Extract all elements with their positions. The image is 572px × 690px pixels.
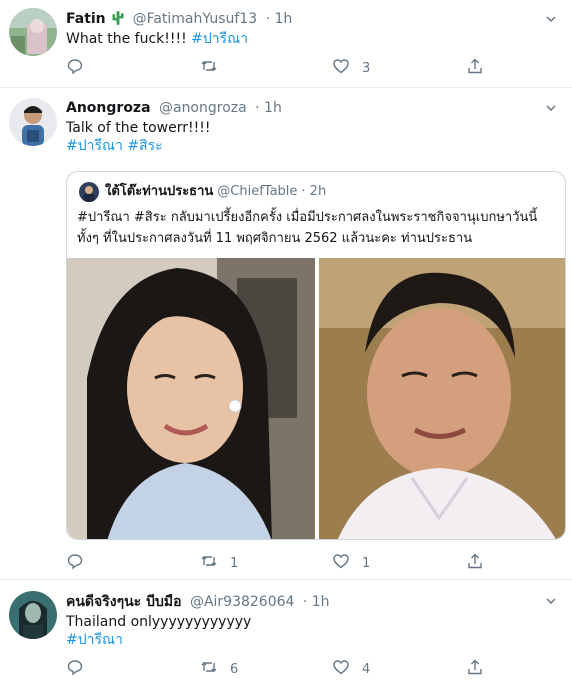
retweet-count: 6 [230,661,239,677]
like-count: 3 [362,60,371,76]
like-icon [332,658,350,680]
retweet-button[interactable]: 6 [200,659,238,679]
display-name[interactable]: คนดีจริงๆนะ บีบมือ [66,594,181,610]
tweet-text: Thailand onlyyyyyyyyyyyy [66,614,252,630]
hashtag-link[interactable]: #ปารีณา #สิระ [66,136,163,156]
tweet-text: What the fuck!!!! #ปารีณา [66,29,248,49]
cactus-emoji-icon [112,10,124,30]
tweet-text-content: What the fuck!!!! [66,31,192,47]
reply-button[interactable] [66,58,96,78]
like-count: 1 [362,555,371,571]
share-button[interactable] [466,659,484,679]
quoted-tweet-header: ใต้โต๊ะท่านประธาน @ChiefTable · 2h [79,182,326,202]
hashtag-link[interactable]: #ปารีณา [191,31,248,47]
user-handle[interactable]: @anongroza [159,100,247,116]
quoted-tweet[interactable]: ใต้โต๊ะท่านประธาน @ChiefTable · 2h #ปารี… [66,171,566,540]
tweet-header: Anongroza @anongroza · 1h [66,99,282,117]
share-icon [466,552,484,574]
user-handle[interactable]: @FatimahYusuf13 [133,11,258,27]
tweet-actions: 6 4 [66,659,526,679]
tweet-text: Talk of the towerr!!!! [66,120,211,136]
timestamp[interactable]: · 1h [266,11,293,27]
retweet-icon [200,57,218,79]
reply-icon [66,57,84,79]
quoted-tweet-photo[interactable] [67,258,565,539]
tweet-2[interactable]: Anongroza @anongroza · 1h Talk of the to… [0,88,572,580]
reply-icon [66,552,84,574]
tweet-header: คนดีจริงๆนะ บีบมือ @Air93826064 · 1h [66,593,330,611]
retweet-button[interactable] [200,58,230,78]
caret-down-icon[interactable] [544,594,558,608]
hashtag-link[interactable]: #ปารีณา [66,630,123,650]
like-button[interactable]: 4 [332,659,370,679]
reply-button[interactable] [66,553,96,573]
timestamp[interactable]: · 1h [303,594,330,610]
timestamp[interactable]: · 1h [255,100,282,116]
avatar[interactable] [9,591,57,639]
like-button[interactable]: 1 [332,553,370,573]
quoted-tweet-text: #ปารีณา #สิระ กลับมาเปรี้ยงอีกครั้ง เมื่… [77,210,538,246]
tweet-actions: 1 1 [66,553,526,573]
reply-button[interactable] [66,659,96,679]
caret-down-icon[interactable] [544,12,558,26]
reply-icon [66,658,84,680]
retweet-icon [200,658,218,680]
share-icon [466,658,484,680]
like-icon [332,552,350,574]
retweet-count: 1 [230,555,239,571]
like-icon [332,57,350,79]
retweet-button[interactable]: 1 [200,553,238,573]
tweet-actions: 3 [66,58,526,78]
like-count: 4 [362,661,371,677]
display-name[interactable]: Anongroza [66,100,151,116]
caret-down-icon[interactable] [544,101,558,115]
tweet-3[interactable]: คนดีจริงๆนะ บีบมือ @Air93826064 · 1h Tha… [0,580,572,690]
share-icon [466,57,484,79]
display-name[interactable]: Fatin [66,11,106,27]
user-handle[interactable]: @ChiefTable [217,183,297,201]
like-button[interactable]: 3 [332,58,370,78]
tweet-1[interactable]: Fatin @FatimahYusuf13 · 1h What the fuck… [0,0,572,88]
user-handle[interactable]: @Air93826064 [190,594,294,610]
avatar[interactable] [9,8,57,56]
avatar[interactable] [9,98,57,146]
share-button[interactable] [466,553,484,573]
avatar[interactable] [79,182,99,202]
share-button[interactable] [466,58,484,78]
retweet-icon [200,552,218,574]
display-name[interactable]: ใต้โต๊ะท่านประธาน [105,183,213,201]
timestamp[interactable]: · 2h [301,183,326,201]
tweet-header: Fatin @FatimahYusuf13 · 1h [66,10,292,30]
